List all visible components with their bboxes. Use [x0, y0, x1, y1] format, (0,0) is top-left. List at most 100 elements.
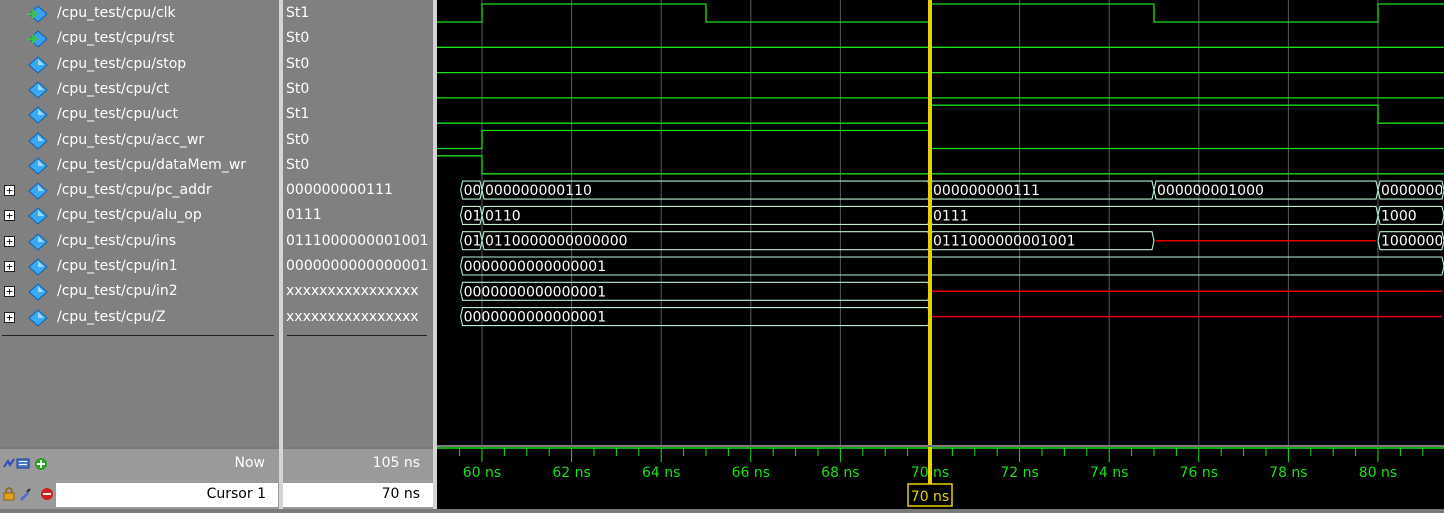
signal-value: St0 — [286, 156, 310, 173]
expand-plus-icon[interactable]: + — [4, 311, 15, 323]
bus-segment — [929, 205, 1379, 225]
signal-value: 0000000000000001 — [286, 258, 429, 274]
signal-name: /cpu_test/cpu/alu_op — [57, 207, 202, 224]
signal-value: St0 — [286, 55, 310, 72]
signal-diamond-icon — [28, 157, 48, 175]
signal-diamond-icon — [28, 131, 48, 150]
ruler-tick-label: 68 ns — [821, 465, 859, 481]
signal-row[interactable]: + /cpu_test/cpu/in1 — [0, 254, 279, 279]
signal-name: /cpu_test/cpu/ins — [57, 232, 177, 249]
cursor-value-field[interactable]: 70 ns — [283, 483, 433, 507]
timeline-ruler-canvas: 60 ns 62 ns 64 ns 66 ns 68 ns 70 ns 72 ns 74 ns… — [437, 447, 1444, 507]
signal-diamond-icon — [28, 233, 48, 251]
lock-cursor-icon[interactable] — [2, 487, 16, 501]
divider — [2, 334, 274, 336]
signal-diamond-icon — [28, 106, 48, 124]
signal-name: /cpu_test/cpu/acc_wr — [57, 131, 205, 148]
bus-value-label: 0110000000000000 — [485, 234, 628, 250]
signal-row[interactable]: + /cpu_test/cpu/ins — [0, 229, 279, 254]
delete-cursor-icon[interactable] — [40, 487, 54, 501]
ruler-tick-label: 62 ns — [552, 465, 590, 481]
signal-value: 0111 — [286, 207, 322, 224]
bus-segment — [481, 205, 931, 225]
bit-waveform — [437, 3, 1444, 23]
ruler-tick-label: 60 ns — [463, 465, 501, 481]
ruler-tick-label: 64 ns — [642, 465, 680, 481]
waveform-pane[interactable]: 00... 000000000110 000000000111 00000000100… — [437, 0, 1444, 445]
waveform-canvas[interactable]: 00...000000000110 000000000111 00000000100… — [437, 0, 1444, 445]
signal-name: /cpu_test/cpu/uct — [57, 106, 179, 123]
expand-plus-icon[interactable]: + — [4, 210, 15, 222]
signal-name: /cpu_test/cpu/stop — [57, 55, 187, 72]
ruler-tick-label: 66 ns — [732, 465, 770, 481]
ruler-tick-label: 76 ns — [1180, 465, 1218, 481]
bus-value-label: 0111 — [933, 208, 969, 224]
signal-value: xxxxxxxxxxxxxxxx — [286, 308, 419, 325]
bit-waveform — [437, 129, 1444, 150]
signal-value: St0 — [286, 30, 310, 47]
bus-value-label: 000000000110 — [485, 183, 592, 199]
signal-row[interactable]: /cpu_test/cpu/stop — [0, 52, 279, 77]
ruler-tick-label: 78 ns — [1269, 465, 1307, 481]
bus-value-label: 0000000000000001 — [464, 284, 607, 300]
add-cursor-icon[interactable] — [34, 457, 48, 471]
edit-cursor-icon[interactable] — [18, 487, 32, 501]
expand-plus-icon[interactable]: + — [4, 261, 15, 272]
signal-row[interactable]: /cpu_test/cpu/rst — [0, 26, 279, 51]
expand-plus-icon[interactable]: + — [4, 235, 15, 247]
signal-name: /cpu_test/cpu/ct — [57, 80, 170, 97]
signal-row[interactable]: + /cpu_test/cpu/Z — [0, 305, 279, 330]
now-label: Now — [234, 455, 266, 471]
signal-row[interactable]: /cpu_test/cpu/ct — [0, 77, 279, 102]
timeline-ruler: 60 ns 62 ns 64 ns 66 ns 68 ns 70 ns 72 ns 74 ns… — [437, 447, 1444, 509]
expand-plus-icon[interactable]: + — [4, 286, 15, 298]
signal-row[interactable]: + /cpu_test/cpu/alu_op — [0, 203, 279, 228]
bus-value-label: 0000000 — [1381, 183, 1443, 199]
bus-value-label: 0110 — [485, 208, 521, 224]
signal-value: St1 — [286, 5, 310, 21]
signal-value: St1 — [286, 106, 310, 123]
sort-icon[interactable] — [2, 457, 16, 471]
add-wave-icon[interactable] — [16, 457, 30, 471]
ruler-tick-label: 72 ns — [1000, 465, 1038, 481]
signal-row[interactable]: /cpu_test/cpu/clk — [0, 1, 279, 26]
signal-value: St0 — [286, 131, 310, 148]
divider — [287, 334, 427, 336]
signal-name: /cpu_test/cpu/rst — [57, 30, 175, 47]
signal-row[interactable]: /cpu_test/cpu/dataMem_wr — [0, 153, 279, 178]
signal-value: 0111000000001001 — [286, 232, 429, 249]
bit-waveform — [437, 155, 1444, 175]
bus-value-label: 0111000000001001 — [933, 234, 1076, 250]
signal-diamond-icon — [28, 258, 48, 276]
input-port-icon — [27, 30, 48, 48]
signal-row[interactable]: + /cpu_test/cpu/in2 — [0, 279, 279, 304]
bus-value-label: 000000000111 — [933, 183, 1040, 199]
cursor-flag-label: 70 ns — [911, 489, 949, 505]
expand-plus-icon[interactable]: + — [4, 185, 15, 197]
signal-diamond-icon — [28, 182, 48, 200]
signal-row[interactable]: + /cpu_test/cpu/pc_addr — [0, 178, 279, 203]
signal-diamond-icon — [28, 81, 48, 99]
signal-diamond-icon — [28, 308, 48, 327]
cursor-name-field[interactable]: Cursor 1 — [56, 483, 278, 507]
signal-diamond-icon — [28, 283, 48, 301]
input-port-icon — [27, 5, 48, 23]
bus-value-label: 1000000 — [1381, 234, 1443, 250]
signal-name: /cpu_test/cpu/clk — [57, 5, 176, 21]
now-value: 105 ns — [372, 455, 420, 471]
signal-name: /cpu_test/cpu/pc_addr — [57, 182, 212, 199]
signal-name: /cpu_test/cpu/in2 — [57, 283, 178, 300]
bit-waveform — [437, 104, 1444, 124]
signal-diamond-icon — [28, 207, 48, 226]
signal-name: /cpu_test/cpu/dataMem_wr — [57, 156, 247, 173]
bus-value-label: 1000 — [1381, 208, 1417, 224]
signal-name: /cpu_test/cpu/Z — [57, 308, 166, 325]
signal-row[interactable]: /cpu_test/cpu/acc_wr — [0, 128, 279, 153]
signal-value: xxxxxxxxxxxxxxxx — [286, 283, 419, 300]
signal-row[interactable]: /cpu_test/cpu/uct — [0, 102, 279, 127]
signal-diamond-icon — [28, 55, 48, 74]
bus-segment — [460, 256, 1444, 276]
signal-name: /cpu_test/cpu/in1 — [57, 258, 178, 274]
bus-value-label: 000000001000 — [1157, 183, 1264, 199]
bus-value-label: 0000000000000001 — [464, 259, 607, 275]
